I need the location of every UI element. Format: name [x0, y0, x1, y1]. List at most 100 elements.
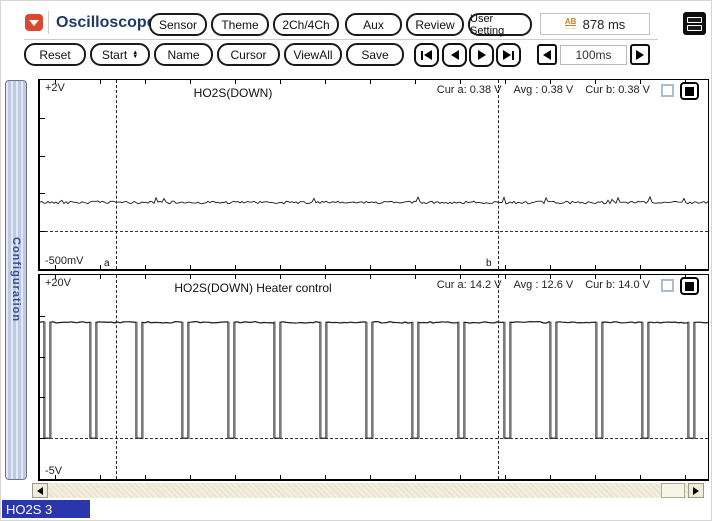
tick-mark [505, 475, 506, 479]
theme-button[interactable]: Theme [211, 13, 269, 36]
channel-2-measurements: Cur a:14.2 V Avg :12.6 V Cur b:14.0 V [437, 279, 650, 291]
tick-mark [550, 275, 551, 279]
tick-mark [325, 80, 326, 84]
tick-mark [325, 475, 326, 479]
save-button[interactable]: Save [346, 43, 404, 66]
channel-2-title: HO2S(DOWN) Heater control [174, 281, 331, 295]
step-forward-button[interactable] [469, 43, 494, 67]
tick-mark [145, 275, 146, 279]
tab-ho2s-3[interactable]: HO2S 3 [2, 500, 90, 518]
tick-mark [640, 275, 641, 279]
step-forward-icon [478, 50, 486, 60]
tick-mark [190, 275, 191, 279]
skip-to-end-button[interactable] [496, 43, 521, 67]
cursor-a-line[interactable] [116, 80, 117, 269]
channel-2-checkbox[interactable] [661, 279, 674, 292]
tick-mark [40, 231, 45, 232]
tick-mark [40, 118, 45, 119]
cur-b-value: 14.0 V [618, 279, 650, 291]
scroll-right-button[interactable] [688, 483, 704, 498]
ab-cursors-icon: AB ←→ [565, 18, 577, 30]
tick-mark [40, 193, 45, 194]
cursor-b-line[interactable] [498, 80, 499, 269]
start-button[interactable]: Start ▲▼ [90, 43, 150, 66]
tick-mark [460, 275, 461, 279]
channel-mode-button[interactable]: 2Ch/4Ch [273, 13, 339, 36]
cursor-button[interactable]: Cursor [217, 43, 280, 66]
scrollbar-thumb[interactable] [661, 483, 685, 498]
tick-mark [235, 80, 236, 84]
tick-mark [100, 265, 101, 269]
tick-mark [685, 275, 686, 279]
tick-mark [235, 275, 236, 279]
tick-mark [550, 265, 551, 269]
right-arrow-icon [693, 487, 699, 495]
zero-gridline [40, 231, 708, 232]
channel-2-trace-style-button[interactable] [680, 277, 699, 295]
tick-mark [415, 265, 416, 269]
cursor-a-line[interactable] [116, 275, 117, 479]
tick-mark [370, 80, 371, 84]
tick-mark [370, 265, 371, 269]
range-bottom-label: -500mV [45, 255, 84, 267]
name-button[interactable]: Name [154, 43, 213, 66]
horizontal-scrollbar[interactable] [32, 483, 704, 498]
step-back-button[interactable] [442, 43, 467, 67]
review-button[interactable]: Review [406, 13, 464, 36]
channel-2-pane: +20V HO2S(DOWN) Heater control Cur a:14.… [38, 274, 709, 481]
list-menu-icon[interactable] [683, 12, 706, 35]
tick-mark [595, 475, 596, 479]
app-dropdown-icon[interactable] [25, 14, 43, 31]
cursor-b-line[interactable] [498, 275, 499, 479]
tick-mark [190, 80, 191, 84]
tick-mark [550, 475, 551, 479]
timebase-increase-button[interactable] [630, 44, 650, 65]
cursor-b-label: b [486, 258, 492, 269]
timebase-value: 100ms [560, 45, 627, 65]
tick-mark [280, 80, 281, 84]
tick-mark [550, 80, 551, 84]
tick-mark [640, 80, 641, 84]
sidebar-tab-configuration[interactable]: Configuration [5, 80, 27, 480]
channel-1-trace-style-button[interactable] [680, 82, 699, 100]
timebase-decrease-button[interactable] [537, 44, 557, 65]
chevron-down-icon [29, 20, 39, 26]
cur-a-value: 0.38 V [470, 84, 502, 96]
tick-mark [190, 265, 191, 269]
avg-value: 0.38 V [541, 84, 573, 96]
tick-mark [460, 80, 461, 84]
tick-mark [370, 275, 371, 279]
skip-to-start-icon [424, 50, 432, 60]
reset-button[interactable]: Reset [24, 43, 86, 66]
tick-mark [280, 475, 281, 479]
skip-to-start-button[interactable] [414, 43, 439, 67]
channel-1-checkbox[interactable] [661, 84, 674, 97]
cursor-time-display: AB ←→ 878 ms [540, 13, 650, 35]
viewall-button[interactable]: ViewAll [284, 43, 342, 66]
tick-mark [415, 275, 416, 279]
cursor-a-label: a [104, 258, 110, 269]
tick-mark [40, 156, 45, 157]
channel-2-waveform [40, 275, 708, 479]
page-title: Oscilloscope [56, 14, 156, 32]
range-bottom-label: -5V [45, 465, 62, 477]
tick-mark [460, 475, 461, 479]
left-arrow-icon [543, 50, 551, 60]
cur-a-value: 14.2 V [470, 279, 502, 291]
tick-mark [325, 265, 326, 269]
tick-mark [685, 80, 686, 84]
tick-mark [685, 475, 686, 479]
channel-1-measurements: Cur a:0.38 V Avg :0.38 V Cur b:0.38 V [437, 84, 650, 96]
tick-mark [370, 475, 371, 479]
scroll-left-button[interactable] [32, 483, 48, 498]
tick-mark [595, 265, 596, 269]
sensor-button[interactable]: Sensor [149, 13, 207, 36]
user-setting-button[interactable]: User Setting [468, 13, 532, 36]
tick-mark [235, 475, 236, 479]
tick-mark [235, 265, 236, 269]
oscilloscope-window: Oscilloscope Sensor Theme 2Ch/4Ch Aux Re… [0, 0, 712, 521]
tick-mark [640, 265, 641, 269]
tick-mark [415, 475, 416, 479]
aux-button[interactable]: Aux [345, 13, 402, 36]
tick-mark [100, 275, 101, 279]
